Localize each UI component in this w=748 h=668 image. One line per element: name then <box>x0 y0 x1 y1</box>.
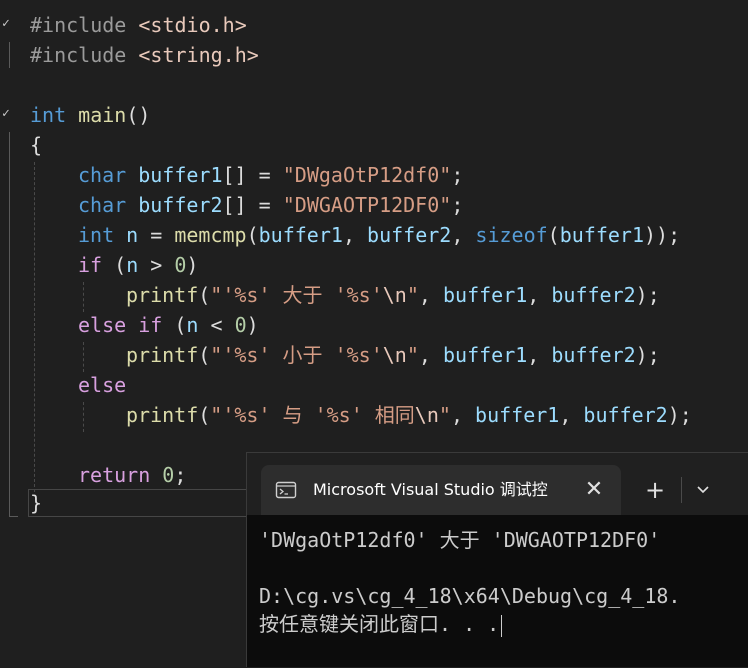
check-icon: ✓ <box>2 106 10 121</box>
code-line-16[interactable]: return 0; <box>78 460 186 490</box>
console-tab-title: Microsoft Visual Studio 调试控 <box>313 480 548 499</box>
code-line-5[interactable]: { <box>30 130 42 160</box>
console-tab-bar: Microsoft Visual Studio 调试控 ✕ + <box>247 453 748 515</box>
code-line-11[interactable]: else if (n < 0) <box>78 310 259 340</box>
code-line-2[interactable]: #include <string.h> <box>30 40 259 70</box>
code-line-6[interactable]: char buffer1[] = "DWgaOtP12df0"; <box>78 160 463 190</box>
text-caret <box>501 614 503 637</box>
console-line-with-caret: 按任意键关闭此窗口. . . <box>259 609 503 639</box>
indent-guide <box>83 342 84 372</box>
console-line: 'DWgaOtP12df0' 大于 'DWGAOTP12DF0' <box>259 528 661 552</box>
code-line-4[interactable]: int main() <box>30 100 150 130</box>
console-line: 按任意键关闭此窗口. . . <box>259 612 500 636</box>
indent-guide <box>34 162 35 492</box>
chevron-down-icon[interactable] <box>685 473 721 507</box>
code-line-13[interactable]: else <box>78 370 126 400</box>
indent-guide <box>83 282 84 312</box>
code-line-7[interactable]: char buffer2[] = "DWGAOTP12DF0"; <box>78 190 463 220</box>
code-line-12[interactable]: printf("'%s' 小于 '%s'\n", buffer1, buffer… <box>126 340 660 370</box>
fold-indicator <box>9 132 18 517</box>
fold-indicator <box>9 42 10 68</box>
console-tab[interactable]: Microsoft Visual Studio 调试控 ✕ <box>261 465 621 515</box>
debug-console-window[interactable]: Microsoft Visual Studio 调试控 ✕ + 'DWgaOtP… <box>246 452 748 667</box>
code-line-17[interactable]: } <box>30 488 42 518</box>
indent-guide <box>83 402 84 432</box>
terminal-icon <box>275 481 297 499</box>
console-output[interactable]: 'DWgaOtP12df0' 大于 'DWGAOTP12DF0' D:\cg.v… <box>247 515 748 668</box>
check-icon: ✓ <box>2 16 10 31</box>
code-line-10[interactable]: printf("'%s' 大于 '%s'\n", buffer1, buffer… <box>126 280 660 310</box>
tab-divider <box>681 477 682 503</box>
code-line-9[interactable]: if (n > 0) <box>78 250 198 280</box>
close-icon[interactable]: ✕ <box>579 475 609 505</box>
code-line-14[interactable]: printf("'%s' 与 '%s' 相同\n", buffer1, buff… <box>126 400 692 430</box>
new-tab-button[interactable]: + <box>637 473 673 507</box>
code-line-1[interactable]: #include <stdio.h> <box>30 10 247 40</box>
console-line: D:\cg.vs\cg_4_18\x64\Debug\cg_4_18. <box>259 584 681 608</box>
code-line-8[interactable]: int n = memcmp(buffer1, buffer2, sizeof(… <box>78 220 680 250</box>
